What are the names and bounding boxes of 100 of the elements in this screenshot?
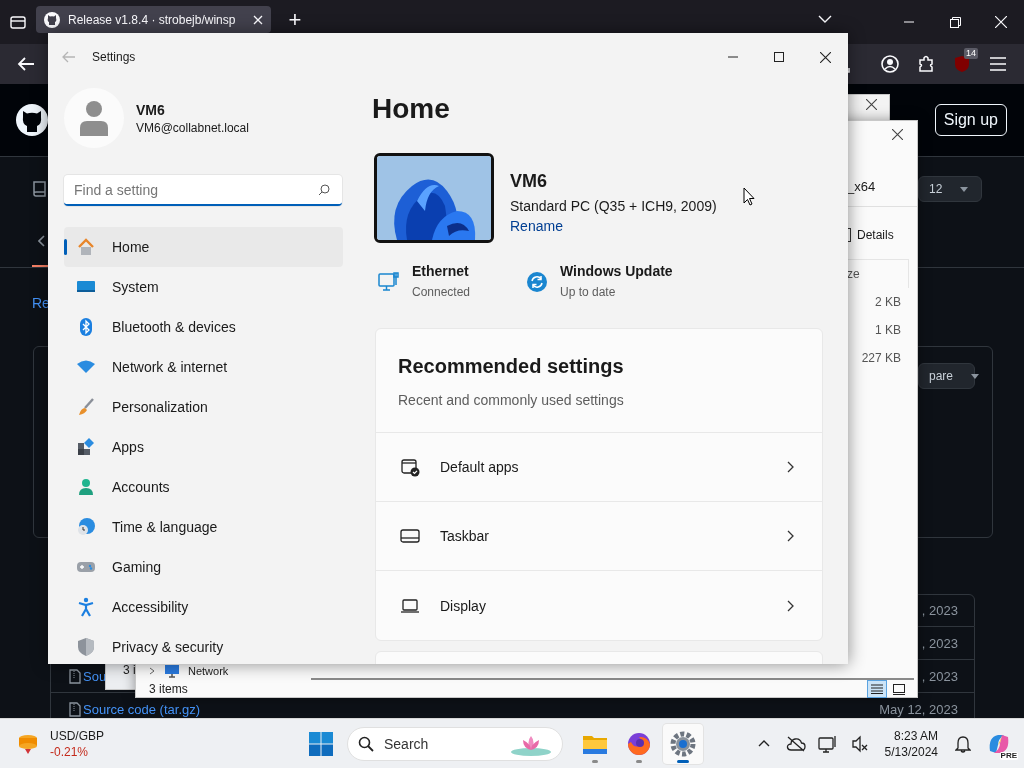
close-icon[interactable] — [866, 99, 877, 110]
sidebar-item[interactable]: Home — [64, 227, 343, 267]
clock[interactable]: 8:23 AM 5/13/2024 — [878, 727, 944, 760]
caret-icon — [971, 373, 980, 379]
network-icon — [164, 663, 180, 678]
chevron-right-icon — [787, 461, 794, 473]
device-name: VM6 — [510, 171, 548, 192]
user-name: VM6 — [136, 101, 166, 118]
globe-clock-icon — [76, 517, 96, 537]
new-tab-button[interactable]: + — [279, 6, 311, 33]
account-icon — [881, 55, 899, 73]
release-date: , 2023 — [921, 603, 958, 618]
window-title: Settings — [92, 50, 136, 64]
extension-button[interactable]: 14 — [944, 48, 980, 80]
list-icon — [871, 684, 883, 694]
file-size: 1 KB — [875, 323, 901, 337]
search-icon — [318, 184, 330, 196]
settings-row[interactable]: Default apps — [376, 433, 822, 502]
sidebar-item[interactable]: Bluetooth & devices — [64, 307, 343, 347]
taskbar-app[interactable] — [663, 723, 703, 764]
chevron-right-icon — [787, 599, 794, 612]
asset-link[interactable]: Sou — [83, 668, 107, 684]
book-icon — [33, 181, 47, 197]
gear-icon — [669, 729, 697, 758]
status-detail: Up to date — [560, 285, 617, 299]
copilot-button[interactable]: PRE — [982, 726, 1016, 761]
cloud-off-icon — [785, 735, 806, 752]
restore-icon — [949, 16, 961, 28]
sign-up-button[interactable]: Sign up — [934, 104, 1007, 136]
back-arrow-icon — [17, 56, 35, 72]
rename-link[interactable]: Rename — [510, 218, 717, 234]
chevron-up-icon — [757, 740, 770, 747]
release-date: , 2023 — [921, 668, 958, 684]
close-icon — [995, 16, 1007, 28]
user-email: VM6@collabnet.local — [136, 120, 249, 135]
widget-change: -0.21% — [50, 744, 90, 759]
file-size: 227 KB — [861, 351, 901, 365]
release-date: May 12, 2023 — [879, 701, 958, 717]
widget-title[interactable]: USD/GBP — [50, 728, 104, 743]
sync-icon — [526, 271, 548, 293]
branch-dropdown[interactable]: 12 — [918, 176, 982, 202]
shield-icon — [954, 55, 970, 73]
status-title[interactable]: Ethernet — [412, 263, 471, 279]
column-header[interactable]: ze — [847, 267, 860, 281]
card-subtitle: Recent and commonly used settings — [398, 392, 625, 408]
sidebar-item[interactable]: System — [64, 267, 343, 307]
status-title[interactable]: Windows Update — [560, 263, 673, 279]
shield-icon — [76, 637, 96, 657]
person-silhouette-icon — [79, 100, 109, 136]
browser-tab[interactable]: Release v1.8.4 · strobejb/winsp — [36, 6, 271, 33]
status-text: 3 i — [123, 663, 136, 677]
tile-icon — [893, 683, 905, 695]
status-detail: Connected — [412, 285, 471, 299]
brush-icon — [76, 397, 96, 417]
menu-icon — [990, 57, 1006, 71]
asset-link[interactable]: Source code (tar.gz) — [83, 701, 201, 717]
maximize-icon — [774, 52, 784, 62]
page-heading: Home — [372, 92, 451, 126]
bell-icon — [955, 734, 971, 753]
minimize-icon — [728, 56, 738, 58]
nav-item[interactable]: Network — [188, 664, 229, 677]
sidebar-item[interactable]: Time & language — [64, 507, 343, 547]
device-model: Standard PC (Q35 + ICH9, 2009) — [510, 198, 717, 214]
status-text: 3 items — [149, 682, 188, 696]
chevron-icon[interactable] — [148, 666, 156, 675]
search-field[interactable]: Find a setting — [64, 175, 342, 206]
close-icon — [892, 128, 903, 140]
release-date: , 2023 — [921, 635, 958, 651]
zip-file-icon — [69, 668, 81, 684]
cat-logo-icon[interactable] — [16, 104, 48, 136]
chevron-right-icon — [787, 530, 794, 542]
person-icon — [76, 477, 96, 497]
cat-logo-icon — [44, 11, 60, 28]
sidebar-item[interactable]: Personalization — [64, 387, 343, 427]
card-title: Recommended settings — [398, 355, 625, 378]
sidebar-item[interactable]: Accounts — [64, 467, 343, 507]
sidebar-item[interactable]: Apps — [64, 427, 343, 467]
minimize-icon — [904, 21, 914, 23]
address-text: _x64 — [847, 178, 876, 194]
settings-row[interactable]: Display — [376, 571, 822, 640]
speaker-muted-icon — [850, 734, 869, 753]
settings-row[interactable]: Taskbar — [376, 502, 822, 571]
cursor-icon — [743, 187, 755, 206]
window-check-icon — [400, 457, 420, 477]
apps-icon — [76, 437, 96, 457]
sidebar-item[interactable]: Privacy & security — [64, 627, 343, 664]
close-icon — [819, 51, 831, 63]
preview-badge: PRE — [999, 751, 1018, 760]
sidebar-item[interactable]: Accessibility — [64, 587, 343, 627]
search-icon — [358, 735, 374, 752]
taskbar-icon — [400, 526, 420, 546]
zip-file-icon — [69, 701, 81, 717]
taskbar-search[interactable]: Search — [347, 726, 563, 761]
windows-grid-icon — [309, 731, 333, 756]
chevron-left-icon[interactable] — [38, 235, 45, 247]
sidebar-item[interactable]: Network & internet — [64, 347, 343, 387]
close-button[interactable] — [892, 128, 903, 140]
details-view-button[interactable] — [867, 680, 887, 698]
sidebar-item[interactable]: Gaming — [64, 547, 343, 587]
chevron-down-icon — [818, 15, 832, 23]
